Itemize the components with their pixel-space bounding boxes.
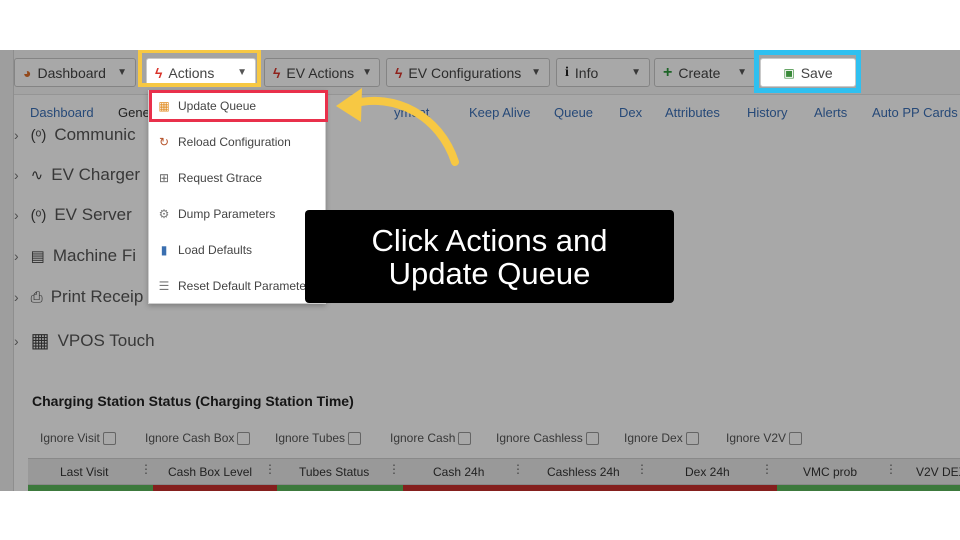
callout-line-2: Update Queue: [388, 255, 591, 291]
tutorial-slide: ◕ Dashboard ▼ ϟ Actions ▼ ϟ EV Actions ▼…: [0, 0, 960, 540]
instruction-callout: Click Actions and Update Queue: [305, 210, 674, 303]
app-screenshot: ◕ Dashboard ▼ ϟ Actions ▼ ϟ EV Actions ▼…: [0, 50, 960, 491]
callout-line-1: Click Actions and: [371, 222, 608, 258]
